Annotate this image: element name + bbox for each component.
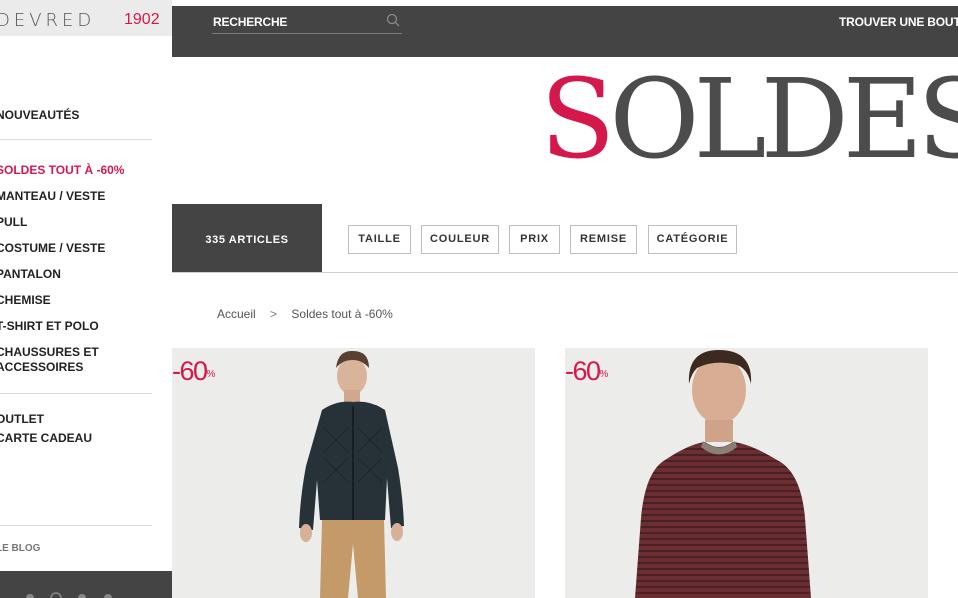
product-card[interactable]: -60% xyxy=(565,348,928,598)
sidebar-divider xyxy=(0,393,152,394)
sidebar-divider xyxy=(0,139,152,140)
breadcrumb: Accueil > Soldes tout à -60% xyxy=(217,307,393,321)
product-card[interactable]: -60% xyxy=(172,348,535,598)
filter-bar: 335 ARTICLES TAILLE COULEUR PRIX REMISE … xyxy=(172,204,958,273)
sidebar-item-pantalon[interactable]: PANTALON xyxy=(0,267,61,282)
sidebar-item-chemise[interactable]: CHEMISE xyxy=(0,293,51,308)
breadcrumb-current: Soldes tout à -60% xyxy=(291,307,393,321)
filter-prix-button[interactable]: PRIX xyxy=(509,225,560,254)
banner-text: OLDES xyxy=(609,55,958,183)
sidebar-item-outlet[interactable]: OUTLET xyxy=(0,412,44,427)
product-image[interactable] xyxy=(565,348,928,598)
product-image[interactable] xyxy=(172,348,535,598)
discount-value: -60 xyxy=(565,356,601,386)
discount-unit: % xyxy=(206,369,216,380)
discount-badge: -60% xyxy=(172,355,215,387)
sidebar-item-accessoires[interactable]: ACCESSOIRES xyxy=(0,360,83,375)
sidebar-item-carte-cadeau[interactable]: CARTE CADEAU xyxy=(0,431,92,446)
sidebar-item-manteau[interactable]: MANTEAU / VESTE xyxy=(0,189,105,204)
top-bar: TROUVER UNE BOUTIQUE xyxy=(172,6,958,57)
sidebar-item-tshirt[interactable]: T-SHIRT ET POLO xyxy=(0,319,99,334)
filter-taille-button[interactable]: TAILLE xyxy=(348,225,411,254)
sidebar-item-soldes[interactable]: SOLDES TOUT À -60% xyxy=(0,163,124,178)
article-count: 335 ARTICLES xyxy=(172,204,322,272)
sidebar-item-pull[interactable]: PULL xyxy=(0,215,27,230)
brand-logo-year: 1902 xyxy=(124,11,160,28)
soldes-banner[interactable]: SOLDES xyxy=(540,64,958,174)
sidebar-item-blog[interactable]: LE BLOG xyxy=(0,541,40,556)
find-store-link[interactable]: TROUVER UNE BOUTIQUE xyxy=(839,15,958,29)
sidebar-divider xyxy=(0,525,152,526)
discount-unit: % xyxy=(599,369,609,380)
sidebar: DEVRED 1902 NOUVEAUTÉS SOLDES TOUT À -60… xyxy=(0,0,172,598)
social-icon xyxy=(78,594,86,598)
social-icon xyxy=(26,594,34,598)
social-icon xyxy=(50,592,62,598)
filter-couleur-button[interactable]: COULEUR xyxy=(421,225,499,254)
brand-logo[interactable]: DEVRED xyxy=(0,10,95,31)
logo-bar: DEVRED 1902 xyxy=(0,0,172,36)
filter-remise-button[interactable]: REMISE xyxy=(570,225,637,254)
social-icons[interactable] xyxy=(0,571,172,598)
discount-value: -60 xyxy=(172,356,208,386)
search-box xyxy=(212,13,402,34)
social-footer xyxy=(0,571,172,598)
banner-letter-s: S xyxy=(540,55,615,183)
social-icon xyxy=(104,594,112,598)
breadcrumb-home[interactable]: Accueil xyxy=(217,307,256,321)
sidebar-item-nouveautes[interactable]: NOUVEAUTÉS xyxy=(0,108,79,123)
search-icon[interactable] xyxy=(386,13,400,27)
discount-badge: -60% xyxy=(565,355,608,387)
sidebar-item-costume[interactable]: COSTUME / VESTE xyxy=(0,241,105,256)
breadcrumb-separator: > xyxy=(270,307,278,321)
search-input[interactable] xyxy=(213,13,373,31)
sidebar-item-chaussures[interactable]: CHAUSSURES ET xyxy=(0,345,99,360)
filter-categorie-button[interactable]: CATÉGORIE xyxy=(648,225,737,254)
